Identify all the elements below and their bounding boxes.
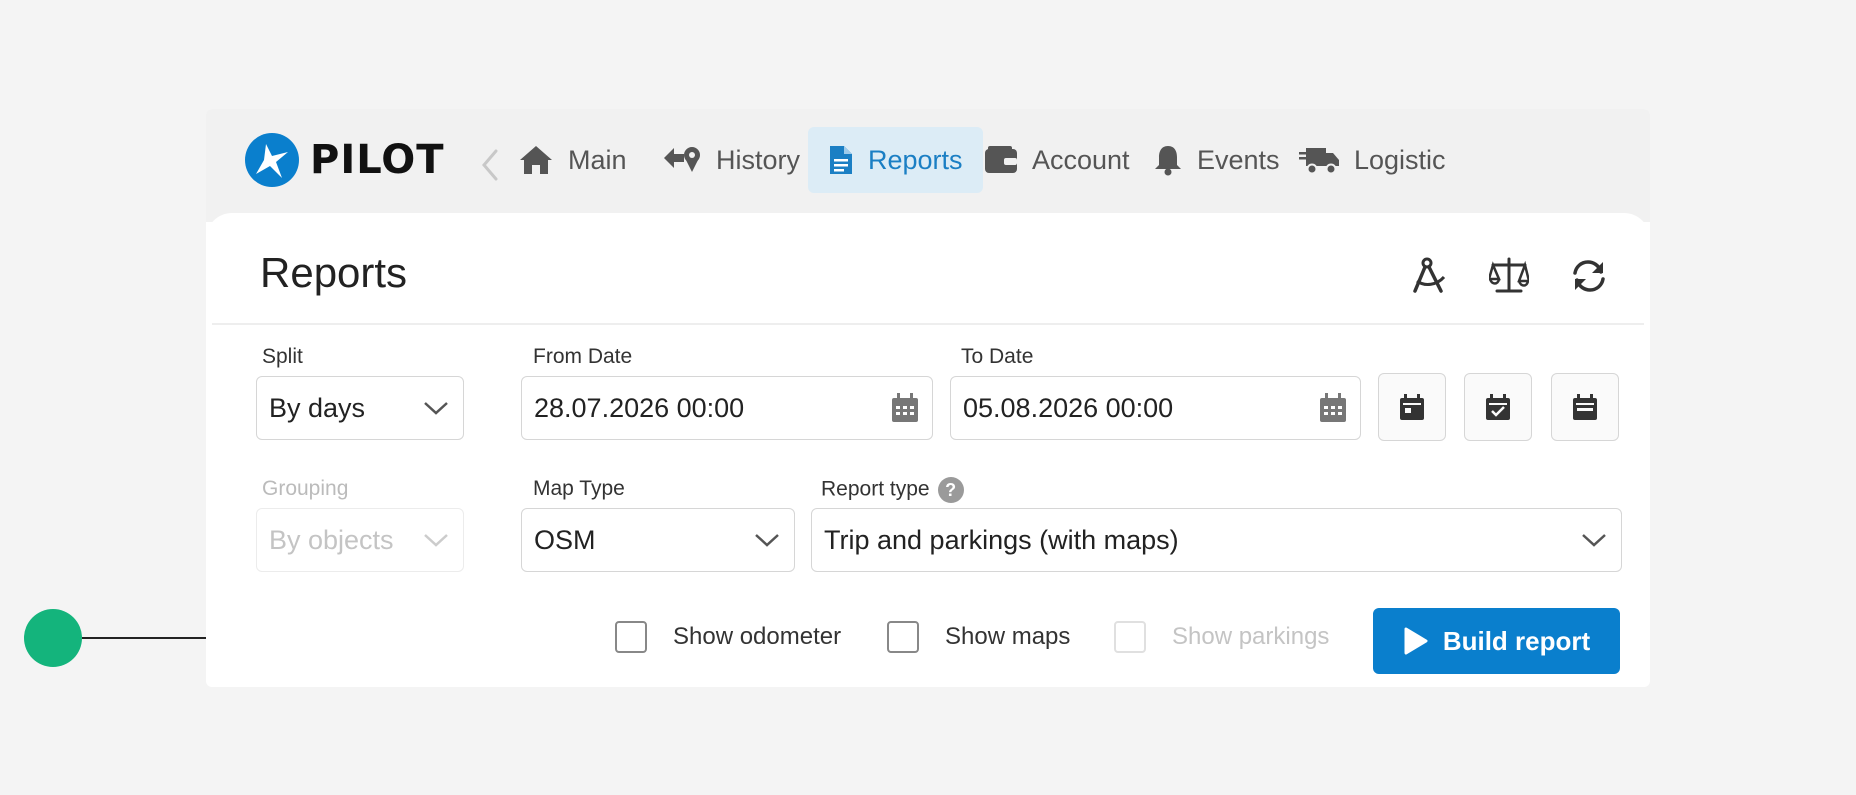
- calendar-check-icon: [1486, 394, 1510, 420]
- header-actions: [1408, 255, 1610, 297]
- home-icon: [520, 146, 552, 174]
- chevron-down-icon: [409, 400, 463, 416]
- map-type-select[interactable]: OSM: [521, 508, 795, 572]
- page-title: Reports: [260, 249, 408, 296]
- refresh-icon[interactable]: [1568, 255, 1610, 297]
- top-navigation-bar: PILOT Main History Reports Account Event…: [206, 109, 1650, 222]
- to-date-value: 05.08.2026 00:00: [963, 392, 1174, 423]
- compass-icon[interactable]: [1408, 255, 1450, 297]
- report-type-label: Report type?: [821, 477, 964, 503]
- play-icon: [1404, 627, 1428, 655]
- wallet-icon: [985, 146, 1017, 173]
- split-select[interactable]: By days: [256, 376, 464, 440]
- calendar-day-icon: [1400, 394, 1424, 420]
- help-icon[interactable]: ?: [937, 477, 964, 503]
- nav-item-label: History: [716, 144, 801, 175]
- nav-item-account[interactable]: Account: [964, 127, 1150, 193]
- header-divider: [212, 323, 1644, 325]
- grouping-select: By objects: [256, 508, 464, 572]
- chevron-down-icon: [409, 532, 463, 548]
- show-parkings-checkbox-row: Show parkings: [1114, 617, 1329, 657]
- nav-item-label: Events: [1197, 144, 1280, 175]
- nav-item-label: Account: [1032, 144, 1130, 175]
- nav-item-label: Main: [568, 144, 627, 175]
- calendar-icon[interactable]: [878, 392, 932, 424]
- pilot-logo-mark: [245, 133, 299, 187]
- report-type-label-text: Report type: [821, 477, 930, 501]
- from-date-input[interactable]: 28.07.2026 00:00: [521, 376, 933, 440]
- show-maps-checkbox[interactable]: [887, 621, 919, 653]
- quick-date-month-button[interactable]: [1551, 373, 1619, 441]
- nav-item-label: Reports: [868, 144, 963, 175]
- show-odometer-checkbox[interactable]: [615, 621, 647, 653]
- from-date-value: 28.07.2026 00:00: [534, 392, 745, 423]
- reports-window: PILOT Main History Reports Account Event…: [206, 109, 1650, 687]
- split-value: By days: [269, 392, 366, 423]
- show-odometer-checkbox-row[interactable]: Show odometer: [615, 617, 841, 657]
- quick-date-today-button[interactable]: [1378, 373, 1446, 441]
- report-type-value: Trip and parkings (with maps): [824, 524, 1179, 555]
- build-report-label: Build report: [1442, 625, 1591, 656]
- nav-item-history[interactable]: History: [642, 127, 820, 193]
- from-date-label: From Date: [533, 345, 633, 368]
- pilot-logo[interactable]: PILOT: [244, 125, 454, 195]
- show-parkings-checkbox: [1114, 621, 1146, 653]
- map-type-label: Map Type: [533, 477, 625, 500]
- calendar-icon[interactable]: [1306, 392, 1360, 424]
- nav-item-label: Logistic: [1354, 144, 1446, 175]
- nav-item-events[interactable]: Events: [1133, 127, 1300, 193]
- to-date-label: To Date: [961, 345, 1034, 368]
- show-odometer-label: Show odometer: [673, 623, 842, 650]
- nav-item-reports[interactable]: Reports: [808, 127, 983, 193]
- scales-icon[interactable]: [1488, 255, 1530, 297]
- annotation-dot: [24, 609, 82, 667]
- grouping-value: By objects: [269, 524, 394, 555]
- pilot-logo-text: PILOT: [310, 137, 445, 183]
- report-type-select[interactable]: Trip and parkings (with maps): [811, 508, 1622, 572]
- truck-icon: [1299, 148, 1339, 175]
- content-panel: [206, 213, 1650, 243]
- nav-item-main[interactable]: Main: [498, 127, 647, 193]
- nav-item-logistic[interactable]: Logistic: [1278, 127, 1466, 193]
- to-date-input[interactable]: 05.08.2026 00:00: [950, 376, 1361, 440]
- grouping-label: Grouping: [262, 477, 349, 500]
- show-parkings-label: Show parkings: [1172, 623, 1330, 650]
- map-type-value: OSM: [534, 524, 596, 555]
- chevron-down-icon: [1567, 532, 1621, 548]
- show-maps-label: Show maps: [945, 623, 1071, 650]
- document-icon: [830, 146, 852, 174]
- split-label: Split: [262, 345, 303, 368]
- chevron-down-icon: [740, 532, 794, 548]
- calendar-month-icon: [1573, 394, 1597, 420]
- bell-icon: [1155, 146, 1181, 176]
- quick-date-week-button[interactable]: [1464, 373, 1532, 441]
- show-maps-checkbox-row[interactable]: Show maps: [887, 617, 1070, 657]
- history-icon: [664, 147, 700, 172]
- build-report-button[interactable]: Build report: [1373, 608, 1620, 674]
